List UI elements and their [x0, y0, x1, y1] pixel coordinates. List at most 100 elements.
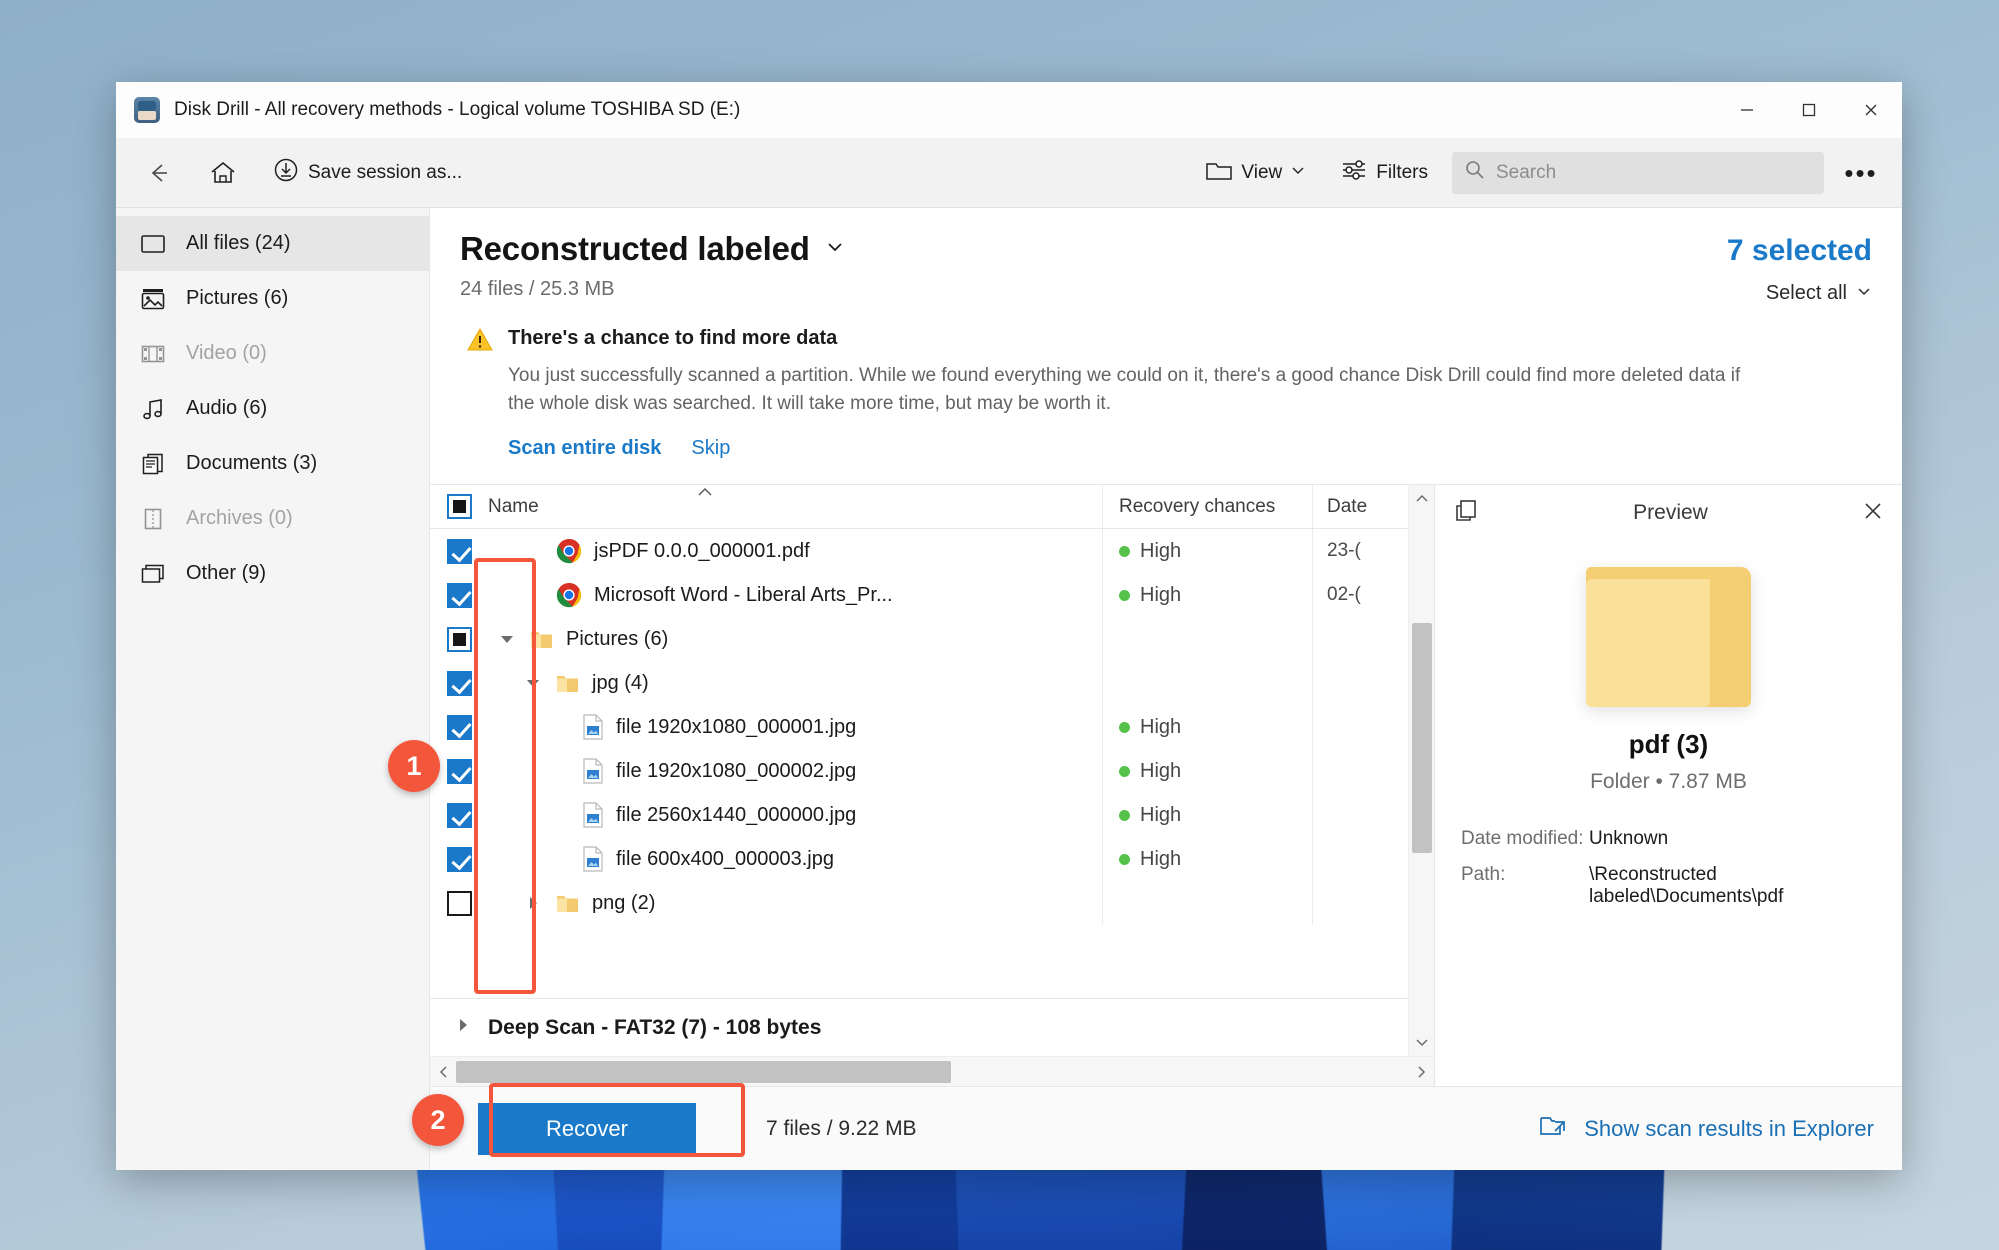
sidebar-item-all-files[interactable]: All files (24): [116, 216, 429, 271]
scroll-left-icon[interactable]: [430, 1065, 456, 1079]
filters-button[interactable]: Filters: [1330, 146, 1438, 200]
image-file-icon: [582, 802, 604, 828]
column-header-recovery-chances[interactable]: Recovery chances: [1102, 485, 1312, 529]
sidebar-item-video[interactable]: Video (0): [116, 326, 429, 381]
scroll-up-icon[interactable]: [1415, 485, 1429, 511]
row-date-cell: 23-(: [1312, 529, 1408, 574]
table-row[interactable]: file 2560x1440_000000.jpg High: [430, 793, 1408, 838]
row-name-cell[interactable]: Pictures (6): [488, 628, 1102, 651]
row-file-name: Pictures (6): [566, 627, 669, 650]
select-all-dropdown[interactable]: Select all: [1727, 282, 1872, 305]
recovery-chance-badge: High: [1119, 584, 1181, 607]
file-table: Name Recovery chances Date jsPDF 0.0.0_0…: [430, 485, 1434, 1086]
row-checkbox-cell[interactable]: [430, 582, 488, 608]
row-name-cell[interactable]: png (2): [488, 892, 1102, 915]
row-name-cell[interactable]: file 1920x1080_000002.jpg: [488, 758, 1102, 784]
sidebar-item-archives[interactable]: Archives (0): [116, 491, 429, 546]
scroll-down-icon[interactable]: [1415, 1030, 1429, 1056]
save-session-download-icon: [272, 156, 300, 189]
close-preview-icon[interactable]: [1862, 500, 1884, 527]
home-icon[interactable]: [196, 146, 250, 200]
table-row[interactable]: jsPDF 0.0.0_000001.pdf High 23-(: [430, 529, 1408, 574]
recovery-chance-label: High: [1140, 759, 1182, 782]
more-options-icon[interactable]: •••: [1834, 146, 1888, 200]
row-checkbox[interactable]: [446, 890, 472, 916]
recovery-chance-label: High: [1140, 539, 1182, 562]
scroll-right-icon[interactable]: [1408, 1065, 1434, 1079]
table-row[interactable]: Microsoft Word - Liberal Arts_Pr... High 0…: [430, 573, 1408, 618]
archives-icon: [138, 507, 168, 531]
column-header-date[interactable]: Date: [1312, 485, 1408, 529]
folder-icon: [556, 673, 580, 694]
scan-entire-disk-link[interactable]: Scan entire disk: [508, 437, 661, 460]
row-checkbox-cell[interactable]: [430, 846, 488, 872]
table-row[interactable]: file 1920x1080_000002.jpg High: [430, 749, 1408, 794]
table-row[interactable]: jpg (4): [430, 661, 1408, 706]
row-name-cell[interactable]: jpg (4): [488, 672, 1102, 695]
row-name-cell[interactable]: file 2560x1440_000000.jpg: [488, 802, 1102, 828]
deep-scan-section[interactable]: Deep Scan - FAT32 (7) - 108 bytes: [430, 998, 1408, 1056]
vertical-scrollbar-thumb[interactable]: [1412, 623, 1432, 854]
view-button[interactable]: View: [1195, 146, 1316, 200]
row-checkbox[interactable]: [446, 714, 472, 740]
row-recovery-chance-cell: High: [1102, 573, 1312, 618]
selected-count-label: 7 selected: [1726, 234, 1872, 267]
copy-icon[interactable]: [1453, 498, 1479, 529]
row-name-cell[interactable]: jsPDF 0.0.0_000001.pdf: [488, 538, 1102, 564]
close-icon[interactable]: [1840, 82, 1902, 138]
preview-meta-value: Unknown: [1589, 828, 1669, 850]
row-checkbox[interactable]: [446, 802, 472, 828]
table-row[interactable]: file 1920x1080_000001.jpg High: [430, 705, 1408, 750]
chevron-down-icon[interactable]: [522, 674, 544, 692]
sidebar-item-label: All files (24): [186, 232, 291, 254]
row-name-cell[interactable]: file 600x400_000003.jpg: [488, 846, 1102, 872]
vertical-scrollbar[interactable]: [1408, 485, 1434, 1056]
row-checkbox-cell[interactable]: [430, 890, 488, 916]
chevron-down-icon[interactable]: [496, 630, 518, 648]
folder-preview-icon: [1586, 557, 1751, 708]
save-session-button[interactable]: Save session as...: [262, 146, 472, 200]
view-label: View: [1241, 161, 1283, 183]
horizontal-scrollbar-thumb[interactable]: [456, 1061, 952, 1083]
row-checkbox[interactable]: [446, 538, 472, 564]
column-header-name[interactable]: Name: [488, 496, 539, 518]
search-input[interactable]: Search: [1452, 151, 1824, 194]
back-arrow-icon[interactable]: [132, 146, 186, 200]
row-date-cell: [1312, 793, 1408, 838]
row-date-cell: [1312, 837, 1408, 882]
maximize-icon[interactable]: [1778, 82, 1840, 138]
row-checkbox-cell[interactable]: [430, 538, 488, 564]
reconstructed-labeled-dropdown[interactable]: Reconstructed labeled: [460, 230, 1727, 268]
skip-link[interactable]: Skip: [691, 437, 730, 460]
table-row[interactable]: png (2): [430, 881, 1408, 926]
main-content: Reconstructed labeled 24 files / 25.3 MB…: [430, 208, 1902, 1170]
row-checkbox-cell[interactable]: [430, 670, 488, 696]
minimize-icon[interactable]: [1716, 82, 1778, 138]
row-checkbox-cell[interactable]: [430, 626, 488, 652]
row-name-cell[interactable]: file 1920x1080_000001.jpg: [488, 714, 1102, 740]
row-checkbox[interactable]: [446, 626, 472, 652]
select-all-checkbox[interactable]: [446, 494, 472, 520]
row-checkbox[interactable]: [446, 582, 472, 608]
status-dot-high: [1119, 809, 1130, 821]
row-checkbox[interactable]: [446, 846, 472, 872]
content-header: Reconstructed labeled 24 files / 25.3 MB…: [430, 208, 1902, 305]
status-dot-high: [1119, 721, 1130, 733]
row-checkbox-cell[interactable]: [430, 714, 488, 740]
sidebar-item-other[interactable]: Other (9): [116, 546, 429, 601]
horizontal-scrollbar[interactable]: [430, 1056, 1434, 1086]
folder-icon: [530, 629, 554, 650]
show-in-explorer-link[interactable]: Show scan results in Explorer: [1538, 1113, 1874, 1145]
sidebar-item-audio[interactable]: Audio (6): [116, 381, 429, 436]
sidebar-item-documents[interactable]: Documents (3): [116, 436, 429, 491]
row-name-cell[interactable]: Microsoft Word - Liberal Arts_Pr...: [488, 582, 1102, 608]
chevron-right-icon[interactable]: [522, 894, 544, 912]
recover-button[interactable]: Recover: [478, 1102, 696, 1155]
row-checkbox[interactable]: [446, 670, 472, 696]
preview-file-name: pdf (3): [1628, 729, 1709, 760]
row-checkbox-cell[interactable]: [430, 802, 488, 828]
table-row[interactable]: file 600x400_000003.jpg High: [430, 837, 1408, 882]
table-row[interactable]: Pictures (6): [430, 617, 1408, 662]
sidebar-item-pictures[interactable]: Pictures (6): [116, 271, 429, 326]
row-checkbox[interactable]: [446, 758, 472, 784]
